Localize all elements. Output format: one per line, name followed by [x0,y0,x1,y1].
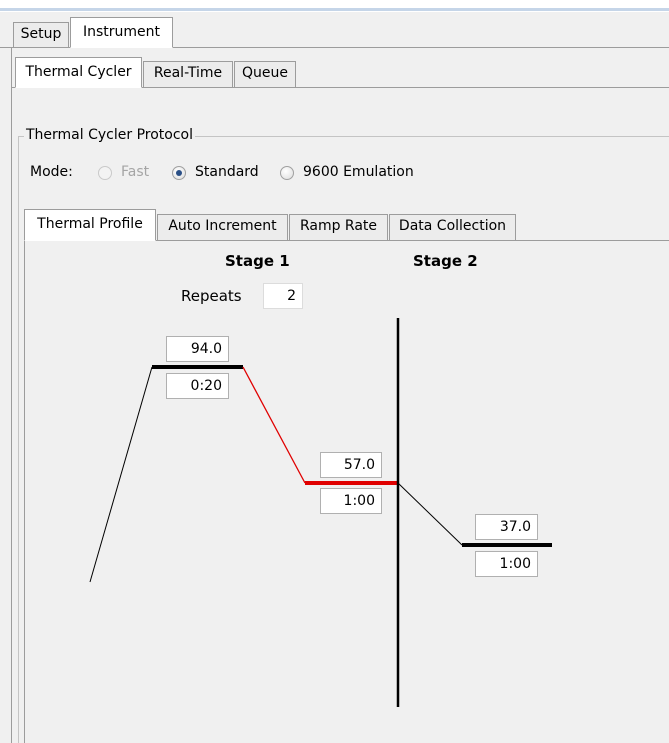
tab-thermal-cycler[interactable]: Thermal Cycler [15,57,142,88]
step1-temperature-field[interactable]: 94.0 [166,336,229,362]
initial-ramp-line [89,366,153,583]
step3-temperature-field[interactable]: 37.0 [475,514,538,540]
tab-instrument[interactable]: Instrument [70,17,173,48]
thermal-profile-graph [89,318,552,707]
repeats-input[interactable]: 2 [263,283,303,309]
step3-time-field[interactable]: 1:00 [475,551,538,577]
step2-time-field[interactable]: 1:00 [320,488,382,514]
step1-to-step2-ramp-line [242,366,306,484]
stage-2-title: Stage 2 [413,252,478,270]
step2-temperature-field[interactable]: 57.0 [320,452,382,478]
repeats-label: Repeats [181,287,242,305]
stage-1-title: Stage 1 [225,252,290,270]
step2-to-step3-ramp-line [397,482,463,546]
tab-thermal-profile[interactable]: Thermal Profile [24,209,156,241]
step1-time-field[interactable]: 0:20 [166,373,229,399]
